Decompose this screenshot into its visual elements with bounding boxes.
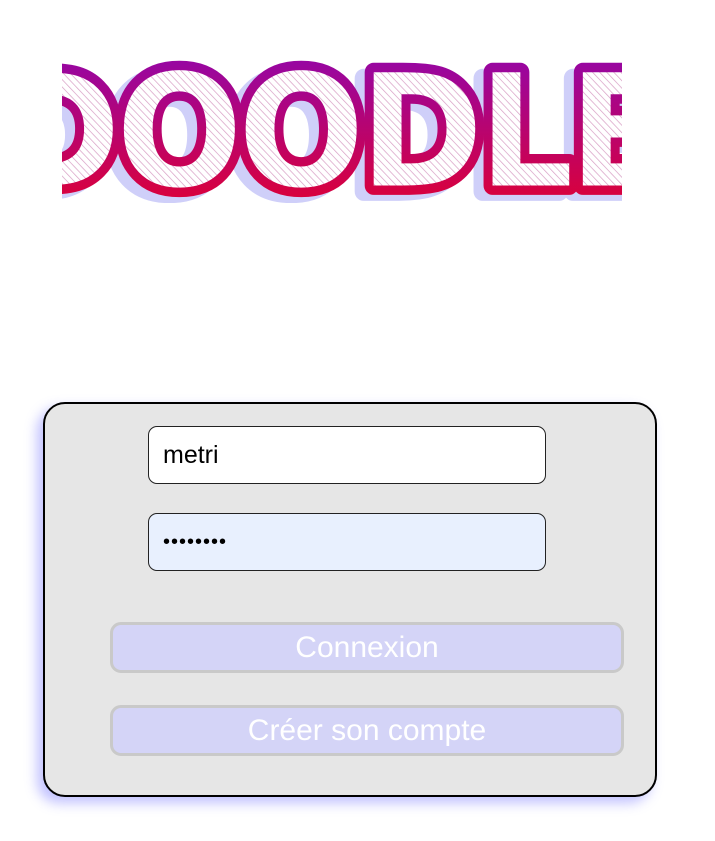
doodle-logo: DOODLE DOODLE DOODLE: [62, 28, 622, 203]
password-input[interactable]: [148, 513, 546, 571]
logo-fill: DOODLE: [62, 41, 622, 203]
username-input[interactable]: [148, 426, 546, 484]
doodle-logo-graphic: DOODLE DOODLE DOODLE: [62, 32, 622, 203]
create-account-button[interactable]: Créer son compte: [110, 705, 624, 756]
login-page: DOODLE DOODLE DOODLE Connexion Créer son…: [0, 0, 715, 841]
login-form: Connexion Créer son compte: [43, 402, 657, 797]
login-button[interactable]: Connexion: [110, 622, 624, 673]
